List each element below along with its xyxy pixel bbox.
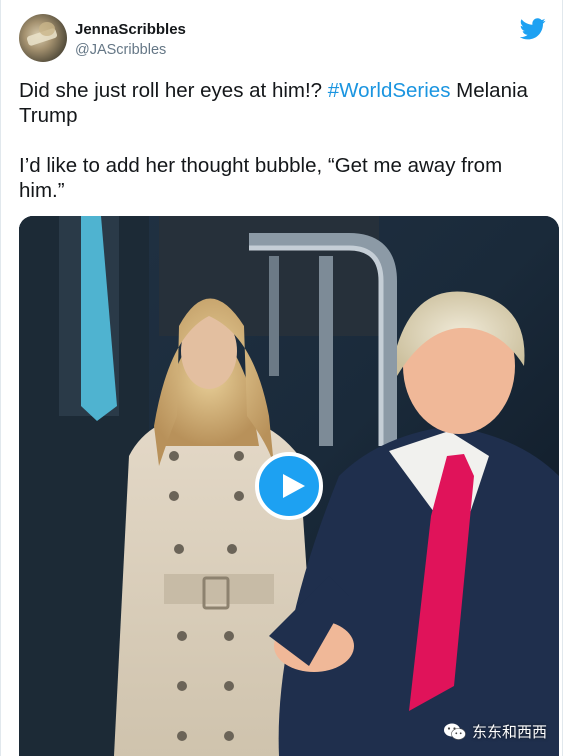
- tweet-paragraph-2: I’d like to add her thought bubble, “Get…: [19, 154, 503, 202]
- tweet-text: Did she just roll her eyes at him!? #Wor…: [19, 78, 549, 203]
- tweet-card: JennaScribbles @JAScribbles Did she just…: [0, 0, 563, 756]
- watermark-text: 东东和西西: [471, 724, 547, 741]
- user-names: JennaScribbles @JAScribbles: [75, 20, 186, 60]
- video-player[interactable]: 东东和西西: [19, 216, 559, 756]
- tweet-paragraph-1: Did she just roll her eyes at him!? #Wor…: [19, 78, 549, 128]
- hashtag-link[interactable]: #WorldSeries: [328, 79, 451, 102]
- play-icon: [283, 474, 305, 498]
- user-handle[interactable]: @JAScribbles: [75, 40, 186, 60]
- tweet-text-before-hashtag: Did she just roll her eyes at him!?: [19, 79, 328, 102]
- wechat-icon: [443, 723, 466, 741]
- play-button[interactable]: [255, 452, 323, 520]
- display-name[interactable]: JennaScribbles: [75, 20, 186, 39]
- tweet-header: JennaScribbles @JAScribbles: [19, 14, 550, 66]
- avatar[interactable]: [19, 14, 67, 62]
- watermark: 东东和西西: [443, 721, 547, 742]
- twitter-bird-icon[interactable]: [519, 18, 546, 40]
